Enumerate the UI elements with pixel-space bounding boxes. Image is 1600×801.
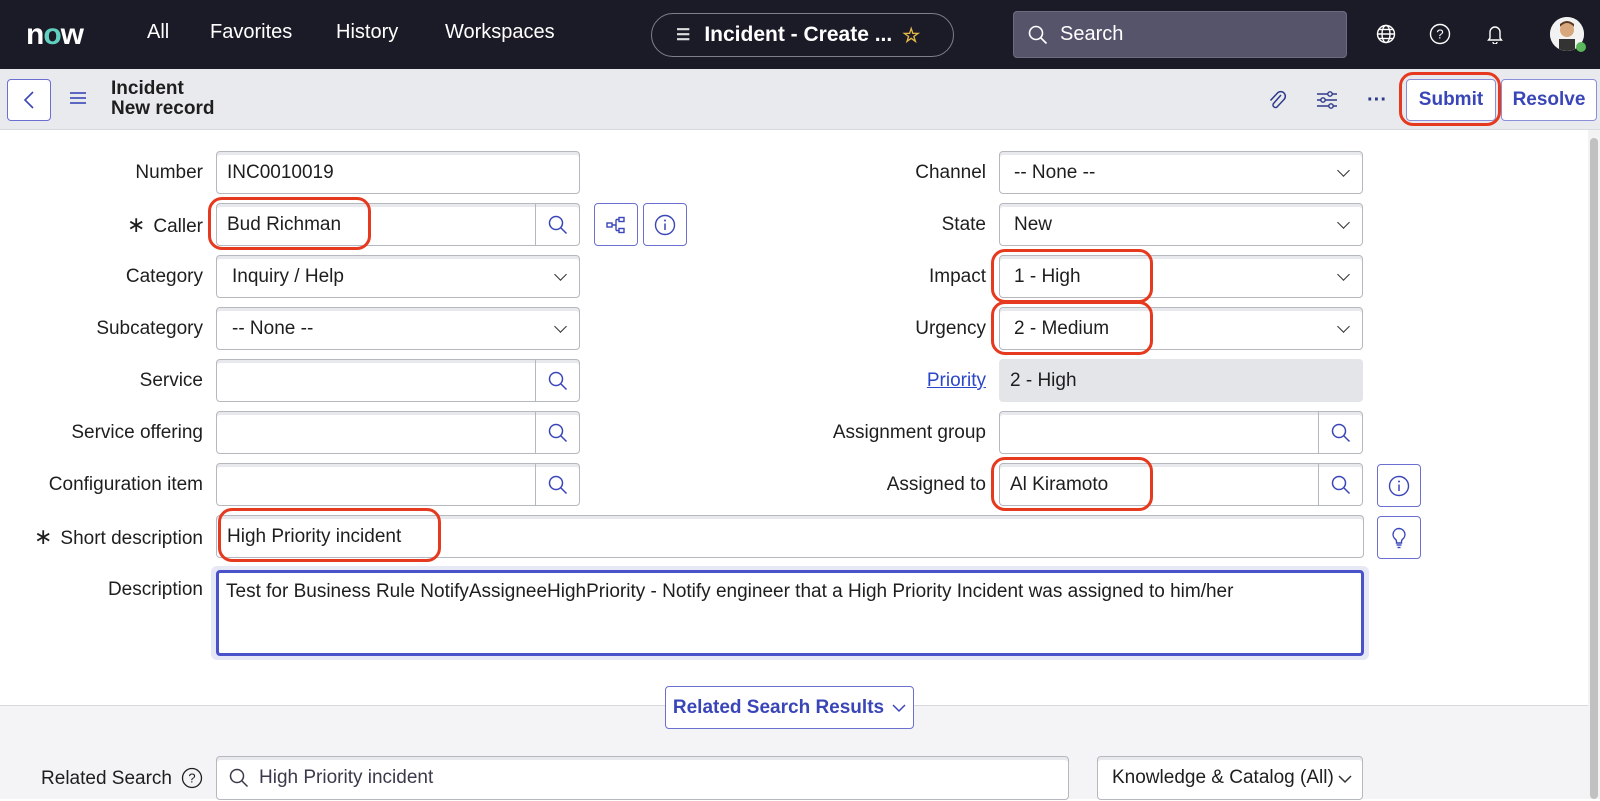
help-icon[interactable]: ? bbox=[181, 767, 203, 794]
priority-link[interactable]: Priority bbox=[800, 360, 986, 402]
user-status-indicator bbox=[1576, 42, 1586, 52]
category-select[interactable]: Inquiry / Help bbox=[216, 255, 580, 298]
knowledge-suggestion-button[interactable] bbox=[1377, 516, 1421, 559]
search-icon bbox=[548, 371, 567, 390]
current-page-pill[interactable]: ☰ Incident - Create ... ☆ bbox=[651, 13, 954, 57]
search-icon bbox=[548, 475, 567, 494]
dependency-map-button[interactable] bbox=[594, 203, 638, 246]
number-label: Number bbox=[135, 162, 203, 183]
caller-label: ∗ Caller bbox=[126, 212, 203, 237]
record-header: Incident New record ··· Submit Resolve bbox=[0, 69, 1600, 130]
related-search-results-toggle[interactable]: Related Search Results bbox=[665, 686, 914, 729]
global-search-input[interactable]: Search bbox=[1013, 11, 1347, 58]
search-icon bbox=[1331, 423, 1350, 442]
number-field[interactable]: INC0010019 bbox=[216, 151, 580, 194]
search-icon bbox=[548, 423, 567, 442]
scrollbar-thumb[interactable] bbox=[1590, 138, 1598, 799]
impact-select[interactable]: 1 - High bbox=[999, 255, 1363, 298]
configuration-item-field[interactable] bbox=[216, 463, 580, 506]
paperclip-icon[interactable] bbox=[1265, 88, 1289, 112]
assignment-group-field[interactable] bbox=[999, 411, 1363, 454]
search-placeholder: Search bbox=[1060, 23, 1124, 45]
submit-button[interactable]: Submit bbox=[1406, 79, 1496, 121]
record-table-name: Incident bbox=[111, 78, 184, 99]
category-label: Category bbox=[125, 266, 203, 287]
nav-all[interactable]: All bbox=[147, 21, 169, 44]
related-search-scope-select[interactable]: Knowledge & Catalog (All) bbox=[1097, 756, 1363, 800]
service-offering-label: Service offering bbox=[71, 422, 203, 443]
servicenow-logo[interactable]: now bbox=[26, 18, 84, 52]
caller-info-button[interactable] bbox=[643, 203, 687, 246]
back-button[interactable] bbox=[7, 79, 51, 121]
related-search-label: Related Search bbox=[41, 768, 172, 789]
list-icon: ☰ bbox=[676, 27, 691, 44]
assigned-to-value: Al Kiramoto bbox=[1010, 474, 1109, 495]
nav-workspaces[interactable]: Workspaces bbox=[445, 21, 555, 44]
subcategory-select[interactable]: -- None -- bbox=[216, 307, 580, 350]
assigned-to-lookup-button[interactable] bbox=[1318, 463, 1362, 506]
chevron-down-icon bbox=[1338, 775, 1352, 784]
related-search-input[interactable]: High Priority incident bbox=[216, 756, 1069, 800]
service-lookup-button[interactable] bbox=[535, 359, 579, 402]
service-label: Service bbox=[139, 370, 203, 391]
service-offering-field[interactable] bbox=[216, 411, 580, 454]
globe-icon[interactable] bbox=[1374, 22, 1398, 46]
svg-text:?: ? bbox=[188, 771, 195, 786]
current-page-title: Incident - Create ... bbox=[704, 23, 893, 46]
help-icon[interactable]: ? bbox=[1428, 22, 1452, 46]
required-marker: ∗ bbox=[126, 212, 146, 237]
search-icon bbox=[1028, 25, 1048, 44]
channel-select[interactable]: -- None -- bbox=[999, 151, 1363, 194]
nav-favorites[interactable]: Favorites bbox=[210, 21, 292, 44]
top-navigation: now All Favorites History Workspaces ☰ I… bbox=[0, 0, 1600, 69]
page-scrollbar[interactable] bbox=[1588, 130, 1600, 799]
lightbulb-icon bbox=[1392, 527, 1406, 548]
subcategory-label: Subcategory bbox=[96, 318, 203, 339]
assignment-group-label: Assignment group bbox=[832, 422, 986, 443]
caller-field[interactable]: Bud Richman bbox=[216, 203, 580, 246]
info-icon bbox=[654, 214, 676, 235]
configuration-item-lookup-button[interactable] bbox=[535, 463, 579, 506]
urgency-label: Urgency bbox=[915, 318, 986, 339]
record-status: New record bbox=[111, 98, 215, 119]
search-icon bbox=[1331, 475, 1350, 494]
info-icon bbox=[1388, 475, 1410, 496]
assigned-to-label: Assigned to bbox=[886, 474, 986, 495]
favorite-star-icon[interactable]: ☆ bbox=[902, 23, 920, 48]
assigned-to-field[interactable]: Al Kiramoto bbox=[999, 463, 1363, 506]
bell-icon[interactable] bbox=[1483, 22, 1507, 46]
more-icon[interactable]: ··· bbox=[1365, 88, 1389, 112]
urgency-select[interactable]: 2 - Medium bbox=[999, 307, 1363, 350]
priority-field: 2 - High bbox=[999, 359, 1363, 402]
record-title: Incident New record bbox=[111, 79, 214, 119]
chevron-down-icon bbox=[892, 703, 906, 712]
hierarchy-icon bbox=[606, 216, 625, 233]
caller-value: Bud Richman bbox=[227, 214, 342, 235]
settings-sliders-icon[interactable] bbox=[1315, 88, 1339, 112]
nav-history[interactable]: History bbox=[336, 21, 398, 44]
caller-lookup-button[interactable] bbox=[535, 203, 579, 246]
short-description-field[interactable]: High Priority incident bbox=[216, 515, 1364, 558]
form-menu-icon[interactable] bbox=[69, 90, 87, 111]
assigned-to-info-button[interactable] bbox=[1377, 464, 1421, 507]
service-offering-lookup-button[interactable] bbox=[535, 411, 579, 454]
configuration-item-label: Configuration item bbox=[48, 474, 203, 495]
assignment-group-lookup-button[interactable] bbox=[1318, 411, 1362, 454]
short-description-label: ∗ Short description bbox=[33, 524, 203, 549]
service-field[interactable] bbox=[216, 359, 580, 402]
description-textarea[interactable]: Test for Business Rule NotifyAssigneeHig… bbox=[216, 570, 1364, 656]
description-label: Description bbox=[107, 579, 203, 600]
impact-label: Impact bbox=[928, 266, 986, 287]
chevron-left-icon bbox=[23, 91, 34, 109]
svg-text:?: ? bbox=[1436, 27, 1443, 42]
channel-label: Channel bbox=[915, 162, 986, 183]
state-select[interactable]: New bbox=[999, 203, 1363, 246]
resolve-button[interactable]: Resolve bbox=[1501, 79, 1597, 121]
search-icon bbox=[229, 768, 249, 788]
state-label: State bbox=[941, 214, 986, 235]
search-icon bbox=[548, 215, 567, 234]
